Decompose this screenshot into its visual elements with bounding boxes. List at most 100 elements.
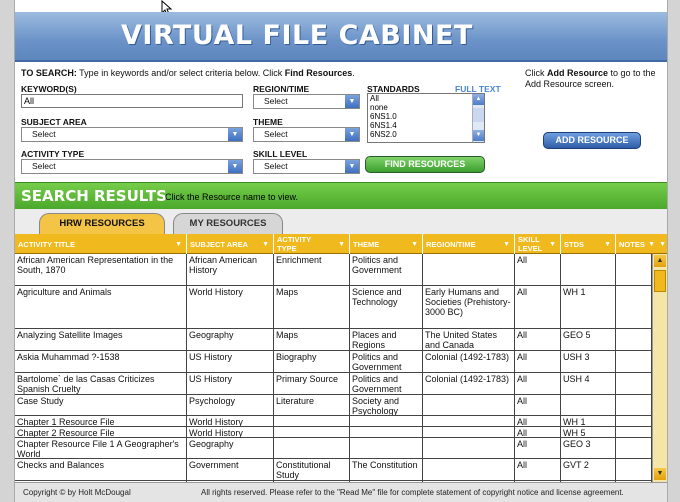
skill-level-select[interactable]: Select ▼	[253, 159, 360, 174]
resource-title-link[interactable]: Askia Muhammad ?-1538	[15, 351, 187, 372]
scroll-down-icon[interactable]: ▼	[654, 468, 666, 480]
scroll-up-icon[interactable]: ▲	[654, 255, 666, 267]
column-header-stds[interactable]: STDS ▼	[561, 234, 616, 254]
chevron-down-icon[interactable]: ▼	[345, 128, 359, 141]
search-instructions: TO SEARCH: Type in keywords and/or selec…	[21, 68, 355, 78]
table-cell	[616, 427, 652, 437]
find-resources-button[interactable]: FIND RESOURCES	[365, 156, 485, 173]
resource-title-link[interactable]: African American Representation in the S…	[15, 254, 187, 285]
chevron-down-icon[interactable]: ▼	[503, 240, 510, 249]
activity-type-value: Select	[32, 161, 56, 171]
table-cell: The United States and Canada	[423, 329, 515, 350]
footer: Copyright © by Holt McDougal All rights …	[15, 482, 667, 502]
table-cell: Government	[187, 459, 274, 480]
chevron-down-icon[interactable]: ▼	[549, 240, 556, 249]
table-cell: GEO 3	[561, 438, 616, 458]
table-cell: Early Humans and Societies (Prehistory-3…	[423, 286, 515, 328]
standards-option[interactable]: none	[370, 103, 484, 112]
table-cell: Science and Technology	[350, 286, 423, 328]
chevron-down-icon[interactable]: ▼	[262, 240, 269, 249]
table-row: Chapter Resource File 1 A Geographer's W…	[15, 438, 652, 459]
table-row: Analyzing Satellite Images Geography Maps P…	[15, 329, 652, 351]
scroll-thumb[interactable]	[473, 108, 484, 122]
standards-option[interactable]: 6NS2.0	[370, 130, 484, 139]
keyword-input[interactable]: All	[21, 94, 243, 108]
table-cell: World History	[187, 427, 274, 437]
table-cell: GEO 5	[561, 329, 616, 350]
table-cell	[423, 416, 515, 426]
add-resource-button[interactable]: ADD RESOURCE	[543, 132, 641, 149]
chevron-down-icon[interactable]: ▼	[345, 160, 359, 173]
table-cell: Places and Regions	[350, 329, 423, 350]
column-header-activity-type[interactable]: ACTIVITY TYPE ▼	[274, 234, 350, 254]
chevron-down-icon[interactable]: ▼	[411, 240, 418, 249]
table-cell: African American History	[187, 254, 274, 285]
column-header-activity-title[interactable]: ACTIVITY TITLE ▼	[15, 234, 187, 254]
chevron-down-icon[interactable]: ▼	[228, 160, 242, 173]
table-cell: Enrichment	[274, 254, 350, 285]
table-cell	[350, 416, 423, 426]
table-cell: All	[515, 459, 561, 480]
scroll-thumb[interactable]	[654, 270, 666, 292]
table-cell: All	[515, 373, 561, 394]
table-cell: All	[515, 254, 561, 285]
add-resource-instructions: Click Add Resource to go to the Add Reso…	[525, 68, 667, 90]
resource-title-link[interactable]: Chapter 1 Resource File	[15, 416, 187, 426]
chevron-down-icon[interactable]: ▼	[338, 240, 345, 249]
activity-type-select[interactable]: Select ▼	[21, 159, 243, 174]
footer-notice: All rights reserved. Please refer to the…	[201, 488, 624, 497]
standards-scrollbar[interactable]: ▲ ▼	[472, 94, 484, 142]
chevron-down-icon[interactable]: ▼	[175, 240, 182, 249]
chevron-down-icon[interactable]: ▼	[228, 128, 242, 141]
chevron-down-icon[interactable]: ▼	[648, 240, 655, 249]
table-cell	[423, 254, 515, 285]
column-label: REGION/TIME	[426, 239, 476, 249]
table-cell	[616, 459, 652, 480]
table-cell: All	[515, 329, 561, 350]
column-header-notes[interactable]: NOTES ▼ ▼	[616, 234, 667, 254]
scroll-down-icon[interactable]: ▼	[473, 130, 484, 141]
search-hint-bold: Find Resources	[284, 68, 353, 78]
resource-title-link[interactable]: Analyzing Satellite Images	[15, 329, 187, 350]
table-cell	[274, 427, 350, 437]
table-cell	[561, 254, 616, 285]
column-header-region-time[interactable]: REGION/TIME ▼	[423, 234, 515, 254]
scroll-up-icon[interactable]: ▲	[473, 94, 484, 105]
results-table-header: ACTIVITY TITLE ▼ SUBJECT AREA ▼ ACTIVITY T…	[15, 234, 667, 254]
resource-title-link[interactable]: Bartolome` de las Casas Criticizes Spani…	[15, 373, 187, 394]
tab-hrw-resources[interactable]: HRW RESOURCES	[39, 213, 165, 234]
table-row: African American Representation in the S…	[15, 254, 652, 286]
resource-title-link[interactable]: Agriculture and Animals	[15, 286, 187, 328]
table-cell: US History	[187, 373, 274, 394]
theme-value: Select	[264, 129, 288, 139]
table-cell	[274, 416, 350, 426]
column-label: ACTIVITY TITLE	[18, 239, 75, 249]
resource-title-link[interactable]: Chapter 2 Resource File	[15, 427, 187, 437]
subject-area-select[interactable]: Select ▼	[21, 127, 243, 142]
column-header-skill-level[interactable]: SKILL LEVEL ▼	[515, 234, 561, 254]
standards-option[interactable]: 6NS1.4	[370, 121, 484, 130]
region-time-select[interactable]: Select ▼	[253, 94, 360, 109]
standards-option[interactable]: 6NS1.0	[370, 112, 484, 121]
table-cell: Literature	[274, 395, 350, 415]
chevron-down-icon[interactable]: ▼	[659, 240, 666, 249]
resource-title-link[interactable]: Checks and Balances	[15, 459, 187, 480]
resource-title-link[interactable]: Chapter Resource File 1 A Geographer's W…	[15, 438, 187, 458]
tab-my-resources[interactable]: MY RESOURCES	[173, 213, 283, 234]
column-header-theme[interactable]: THEME ▼	[350, 234, 423, 254]
chevron-down-icon[interactable]: ▼	[604, 240, 611, 249]
theme-select[interactable]: Select ▼	[253, 127, 360, 142]
standards-listbox[interactable]: All none 6NS1.0 6NS1.4 6NS2.0 ▲ ▼	[367, 93, 485, 143]
table-cell	[616, 254, 652, 285]
column-header-subject-area[interactable]: SUBJECT AREA ▼	[187, 234, 274, 254]
chevron-down-icon[interactable]: ▼	[345, 95, 359, 108]
table-cell: WH 5	[561, 427, 616, 437]
resource-title-link[interactable]: Case Study	[15, 395, 187, 415]
table-row: Chapter 1 Resource File World History All W…	[15, 416, 652, 427]
table-cell: Colonial (1492-1783)	[423, 351, 515, 372]
skill-level-value: Select	[264, 161, 288, 171]
footer-copyright: Copyright © by Holt McDougal	[23, 488, 131, 497]
results-scrollbar[interactable]: ▲ ▼	[652, 254, 667, 482]
column-label: SUBJECT AREA	[190, 239, 249, 249]
standards-option[interactable]: All	[370, 94, 484, 103]
